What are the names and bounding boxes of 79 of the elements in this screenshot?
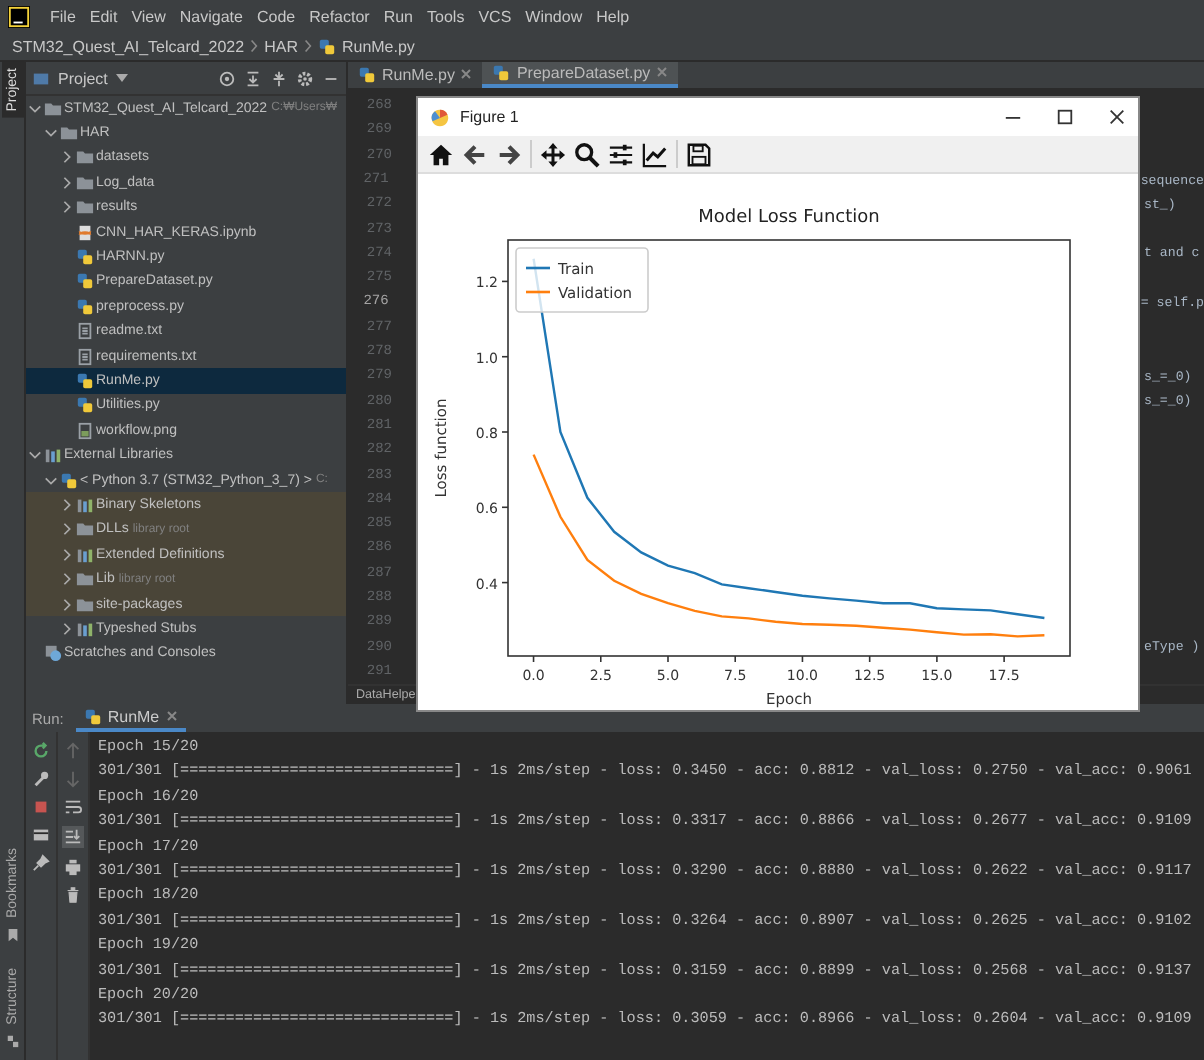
stop-icon[interactable] [32,798,50,816]
menu-item[interactable]: Navigate [179,7,243,25]
window-title: Figure 1 [460,108,519,126]
move-icon[interactable] [540,141,566,167]
home-icon[interactable] [428,141,454,167]
settings-icon[interactable] [296,69,314,87]
close-icon[interactable] [1108,108,1126,126]
menu-item[interactable]: Tools [427,7,465,25]
dropdown-caret-icon[interactable] [115,74,128,82]
bookmark-icon [5,927,19,942]
breadcrumb-item[interactable]: STM32_Quest_AI_Telcard_2022 [12,37,245,55]
breadcrumb-item[interactable]: HAR [264,37,298,55]
menu-item[interactable]: Code [256,7,296,25]
menu-item[interactable]: Window [525,7,583,25]
breadcrumb-item[interactable]: RunMe.py [341,37,415,55]
library-icon [76,545,94,564]
print-icon[interactable] [64,858,82,876]
library-icon [76,495,94,514]
expand-all-icon[interactable] [244,69,262,87]
editor-tab[interactable]: RunMe.py [348,62,483,88]
sliders-icon[interactable] [608,141,634,167]
layout-icon[interactable] [32,826,50,844]
scratches-icon [44,644,62,663]
python-file-icon [358,65,376,84]
panel-title[interactable]: Project [58,69,108,87]
legend-box [515,247,649,313]
chevron-right-icon[interactable] [60,200,74,215]
soft-wrap-icon[interactable] [64,798,82,816]
menu-item[interactable]: VCS [478,7,512,25]
chevron-right-icon[interactable] [60,572,74,587]
maximize-icon[interactable] [1056,108,1074,126]
chevron-right-icon[interactable] [60,497,74,512]
chevron-down-icon[interactable] [28,448,42,463]
python-logo-icon [83,707,102,725]
structure-icon [5,1034,19,1048]
app-logo-icon [8,5,30,27]
rerun-icon[interactable] [32,742,50,760]
zoom-icon[interactable] [574,141,600,167]
figure-app-icon [430,107,450,127]
chart-title: Model Loss Function [698,208,880,228]
chevron-down-icon[interactable] [28,101,42,116]
text-file-icon [76,322,94,341]
python-logo-icon [60,471,78,490]
save-icon[interactable] [686,141,712,167]
menu-item[interactable]: File [50,7,76,25]
chevron-right-icon[interactable] [60,150,74,165]
python-file-icon [317,37,336,55]
library-icon [76,619,94,638]
pin-icon[interactable] [32,854,50,872]
locate-icon[interactable] [218,69,236,87]
wrench-icon[interactable] [32,770,50,788]
chevron-right-icon[interactable] [60,597,74,611]
folder-icon [76,520,94,539]
python-file-icon [492,63,511,82]
menu-item[interactable]: View [131,7,166,25]
menu-item[interactable]: Refactor [309,7,370,25]
chevron-right-icon [303,38,312,54]
image-file-icon [76,421,94,440]
chevron-right-icon[interactable] [60,621,74,636]
collapse-all-icon[interactable] [270,69,288,87]
scroll-to-end-icon[interactable] [62,826,84,848]
chevron-right-icon [250,38,259,54]
chevron-down-icon[interactable] [44,126,58,141]
panel-icon [32,69,50,87]
back-arrow-icon[interactable] [462,141,488,167]
trash-icon[interactable] [64,886,82,904]
menu-item[interactable]: Run [383,7,414,25]
text-file-icon [76,347,94,366]
editor-tab[interactable]: PrepareDataset.py [482,62,679,88]
chevron-right-icon[interactable] [60,522,74,537]
notebook-file-icon [76,223,94,242]
menu-item[interactable]: Help [596,7,630,25]
library-icon [44,446,62,465]
chevron-right-icon[interactable] [60,175,74,190]
chevron-right-icon[interactable] [60,547,74,562]
forward-arrow-icon[interactable] [496,141,522,167]
line-graph-icon[interactable] [642,141,668,167]
chevron-down-icon[interactable] [44,473,58,488]
menu-item[interactable]: Edit [89,7,118,25]
